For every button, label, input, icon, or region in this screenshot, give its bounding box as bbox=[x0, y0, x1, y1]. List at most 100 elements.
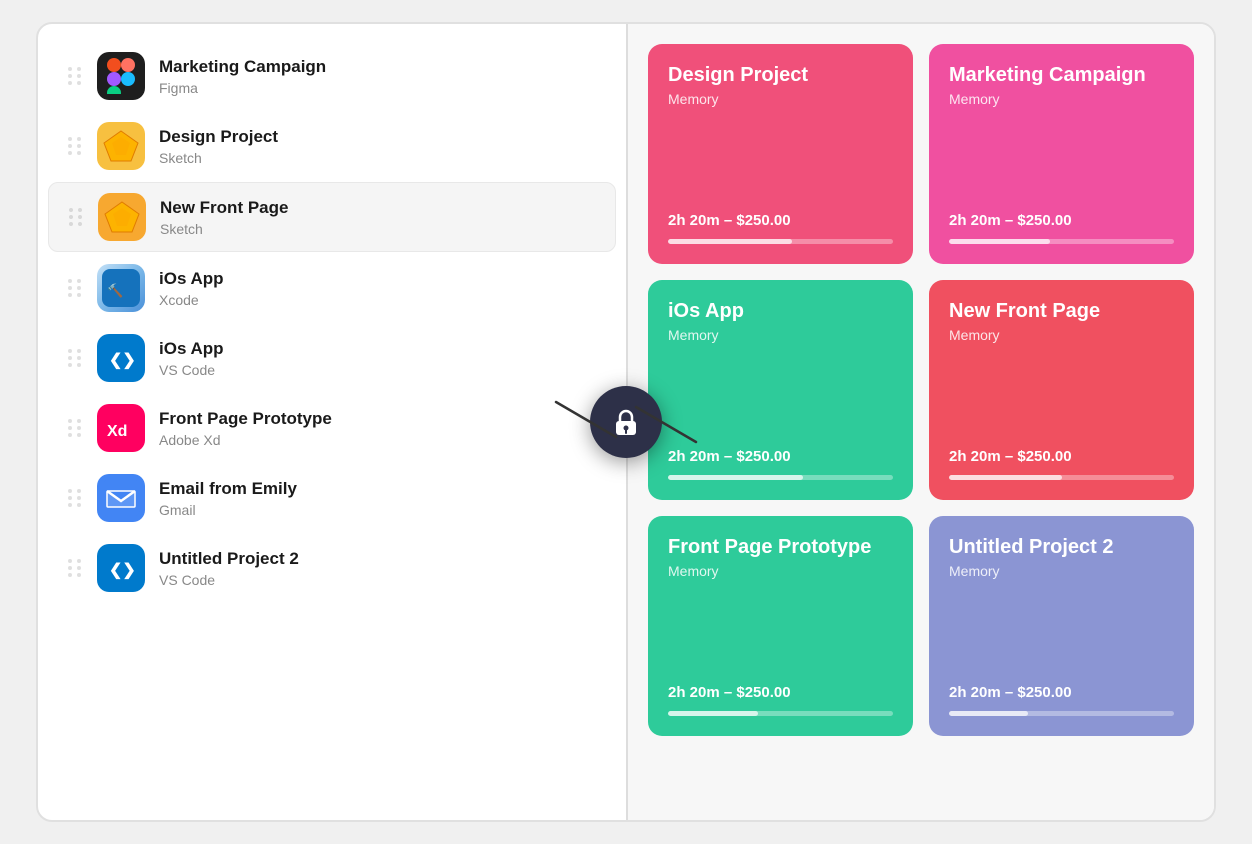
card-progress-bar bbox=[668, 239, 893, 244]
app-icon-figma bbox=[97, 52, 145, 100]
list-item-untitled-project-2[interactable]: ❮❯ Untitled Project 2 VS Code bbox=[48, 534, 616, 602]
item-title: Design Project bbox=[159, 126, 596, 148]
app-icon-gmail bbox=[97, 474, 145, 522]
card-price: 2h 20m – $250.00 bbox=[668, 448, 893, 465]
item-subtitle: Gmail bbox=[159, 502, 596, 518]
item-title: Marketing Campaign bbox=[159, 56, 596, 78]
list-item-design-project[interactable]: Design Project Sketch bbox=[48, 112, 616, 180]
drag-handle bbox=[68, 419, 83, 437]
card-price: 2h 20m – $250.00 bbox=[668, 212, 893, 229]
card-progress-fill bbox=[949, 475, 1062, 480]
card-subtitle: Memory bbox=[949, 327, 1174, 343]
card-bottom: 2h 20m – $250.00 bbox=[668, 448, 893, 480]
card-bottom: 2h 20m – $250.00 bbox=[949, 684, 1174, 716]
item-text: Untitled Project 2 VS Code bbox=[159, 548, 596, 588]
item-text: New Front Page Sketch bbox=[160, 197, 595, 237]
item-subtitle: Sketch bbox=[159, 150, 596, 166]
card-progress-bar bbox=[949, 711, 1174, 716]
list-item-ios-app-xcode[interactable]: 🔨 iOs App Xcode bbox=[48, 254, 616, 322]
item-subtitle: Figma bbox=[159, 80, 596, 96]
card-progress-bar bbox=[668, 711, 893, 716]
card-subtitle: Memory bbox=[668, 563, 893, 579]
left-panel: Marketing Campaign Figma Design Project … bbox=[38, 24, 628, 820]
item-subtitle: VS Code bbox=[159, 362, 596, 378]
list-item-new-front-page[interactable]: New Front Page Sketch bbox=[48, 182, 616, 252]
item-title: Email from Emily bbox=[159, 478, 596, 500]
card-progress-fill bbox=[668, 239, 792, 244]
app-icon-vscode: ❮❯ bbox=[97, 334, 145, 382]
card-bottom: 2h 20m – $250.00 bbox=[668, 212, 893, 244]
card-bottom: 2h 20m – $250.00 bbox=[949, 212, 1174, 244]
drag-handle bbox=[68, 137, 83, 155]
card-subtitle: Memory bbox=[668, 91, 893, 107]
drag-handle bbox=[68, 67, 83, 85]
card-price: 2h 20m – $250.00 bbox=[949, 448, 1174, 465]
app-icon-adobexd: Xd bbox=[97, 404, 145, 452]
card-subtitle: Memory bbox=[949, 563, 1174, 579]
card-subtitle: Memory bbox=[949, 91, 1174, 107]
card-top: iOs App Memory bbox=[668, 300, 893, 343]
card-progress-fill bbox=[668, 711, 758, 716]
card-top: New Front Page Memory bbox=[949, 300, 1174, 343]
item-title: iOs App bbox=[159, 338, 596, 360]
item-title: iOs App bbox=[159, 268, 596, 290]
item-text: Front Page Prototype Adobe Xd bbox=[159, 408, 596, 448]
svg-text:❮❯: ❮❯ bbox=[109, 562, 136, 580]
list-item-front-page-prototype[interactable]: Xd Front Page Prototype Adobe Xd bbox=[48, 394, 616, 462]
item-subtitle: Sketch bbox=[160, 221, 595, 237]
card-progress-fill bbox=[949, 711, 1028, 716]
card-top: Untitled Project 2 Memory bbox=[949, 536, 1174, 579]
item-text: Email from Emily Gmail bbox=[159, 478, 596, 518]
card-price: 2h 20m – $250.00 bbox=[668, 684, 893, 701]
card-title: Design Project bbox=[668, 64, 893, 87]
right-panel: Design Project Memory 2h 20m – $250.00 M… bbox=[628, 24, 1214, 820]
item-text: Marketing Campaign Figma bbox=[159, 56, 596, 96]
item-title: New Front Page bbox=[160, 197, 595, 219]
card-untitled-project-2-card[interactable]: Untitled Project 2 Memory 2h 20m – $250.… bbox=[929, 516, 1194, 736]
card-new-front-page-card[interactable]: New Front Page Memory 2h 20m – $250.00 bbox=[929, 280, 1194, 500]
svg-text:Xd: Xd bbox=[107, 423, 127, 440]
card-title: Untitled Project 2 bbox=[949, 536, 1174, 559]
card-marketing-campaign-card[interactable]: Marketing Campaign Memory 2h 20m – $250.… bbox=[929, 44, 1194, 264]
card-bottom: 2h 20m – $250.00 bbox=[668, 684, 893, 716]
card-progress-fill bbox=[949, 239, 1050, 244]
card-top: Design Project Memory bbox=[668, 64, 893, 107]
item-title: Untitled Project 2 bbox=[159, 548, 596, 570]
card-title: iOs App bbox=[668, 300, 893, 323]
card-progress-bar bbox=[668, 475, 893, 480]
svg-text:🔨: 🔨 bbox=[107, 283, 123, 299]
app-icon-vscode2: ❮❯ bbox=[97, 544, 145, 592]
item-subtitle: Xcode bbox=[159, 292, 596, 308]
card-progress-bar bbox=[949, 239, 1174, 244]
card-top: Marketing Campaign Memory bbox=[949, 64, 1174, 107]
app-icon-xcode: 🔨 bbox=[97, 264, 145, 312]
drag-handle bbox=[68, 559, 83, 577]
card-front-page-prototype-card[interactable]: Front Page Prototype Memory 2h 20m – $25… bbox=[648, 516, 913, 736]
card-title: New Front Page bbox=[949, 300, 1174, 323]
drag-handle bbox=[68, 279, 83, 297]
app-icon-sketch bbox=[97, 122, 145, 170]
item-title: Front Page Prototype bbox=[159, 408, 596, 430]
list-item-email-from-emily[interactable]: Email from Emily Gmail bbox=[48, 464, 616, 532]
main-container: Marketing Campaign Figma Design Project … bbox=[36, 22, 1216, 822]
drag-handle bbox=[68, 349, 83, 367]
card-top: Front Page Prototype Memory bbox=[668, 536, 893, 579]
drag-handle bbox=[68, 489, 83, 507]
item-text: Design Project Sketch bbox=[159, 126, 596, 166]
app-icon-sketch2 bbox=[98, 193, 146, 241]
card-subtitle: Memory bbox=[668, 327, 893, 343]
item-text: iOs App Xcode bbox=[159, 268, 596, 308]
card-design-project-card[interactable]: Design Project Memory 2h 20m – $250.00 bbox=[648, 44, 913, 264]
list-item-ios-app-vscode[interactable]: ❮❯ iOs App VS Code bbox=[48, 324, 616, 392]
card-title: Front Page Prototype bbox=[668, 536, 893, 559]
item-subtitle: VS Code bbox=[159, 572, 596, 588]
card-price: 2h 20m – $250.00 bbox=[949, 212, 1174, 229]
drag-handle bbox=[69, 208, 84, 226]
item-text: iOs App VS Code bbox=[159, 338, 596, 378]
list-item-marketing-campaign[interactable]: Marketing Campaign Figma bbox=[48, 42, 616, 110]
card-ios-app-card[interactable]: iOs App Memory 2h 20m – $250.00 bbox=[648, 280, 913, 500]
card-price: 2h 20m – $250.00 bbox=[949, 684, 1174, 701]
card-bottom: 2h 20m – $250.00 bbox=[949, 448, 1174, 480]
card-progress-fill bbox=[668, 475, 803, 480]
svg-text:❮❯: ❮❯ bbox=[109, 352, 136, 370]
